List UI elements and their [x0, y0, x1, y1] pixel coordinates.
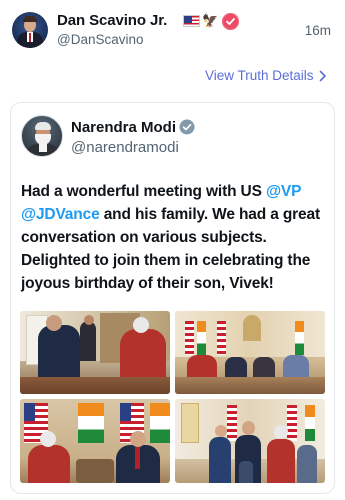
quoted-author-name[interactable]: Narendra Modi	[71, 119, 176, 136]
photo-2[interactable]	[175, 311, 325, 394]
quoted-author-avatar[interactable]	[21, 115, 63, 157]
author-handle[interactable]: @DanScavino	[57, 32, 144, 47]
post-timestamp: 16m	[304, 23, 331, 38]
photo-1[interactable]	[20, 311, 170, 394]
photo-grid	[20, 311, 325, 483]
author-avatar[interactable]	[12, 12, 48, 48]
author-badges: 🦅	[183, 12, 240, 30]
photo-3[interactable]	[20, 399, 170, 483]
us-flag-icon	[183, 15, 200, 27]
verified-check-icon	[179, 119, 195, 135]
eagle-icon: 🦅	[202, 13, 219, 28]
quoted-post-card[interactable]: Narendra Modi @narendramodi Had a wonder…	[10, 102, 335, 494]
mention-vp-link[interactable]: @VP	[266, 183, 301, 200]
author-name[interactable]: Dan Scavino Jr.	[57, 12, 167, 29]
quoted-text-part: Had a wonderful meeting with US	[21, 183, 266, 200]
photo-4[interactable]	[175, 399, 325, 483]
chevron-right-icon	[319, 70, 326, 82]
verified-badge-icon	[222, 12, 240, 30]
quoted-author-handle[interactable]: @narendramodi	[71, 139, 179, 156]
view-truth-details-link[interactable]: View Truth Details	[205, 68, 327, 83]
mention-jdvance-link[interactable]: @JDVance	[21, 206, 100, 223]
post-header: Dan Scavino Jr. 🦅 @DanScavino 16m	[12, 12, 333, 52]
quoted-post-text: Had a wonderful meeting with US @VP @JDV…	[21, 180, 331, 295]
view-truth-details-label: View Truth Details	[205, 68, 314, 83]
